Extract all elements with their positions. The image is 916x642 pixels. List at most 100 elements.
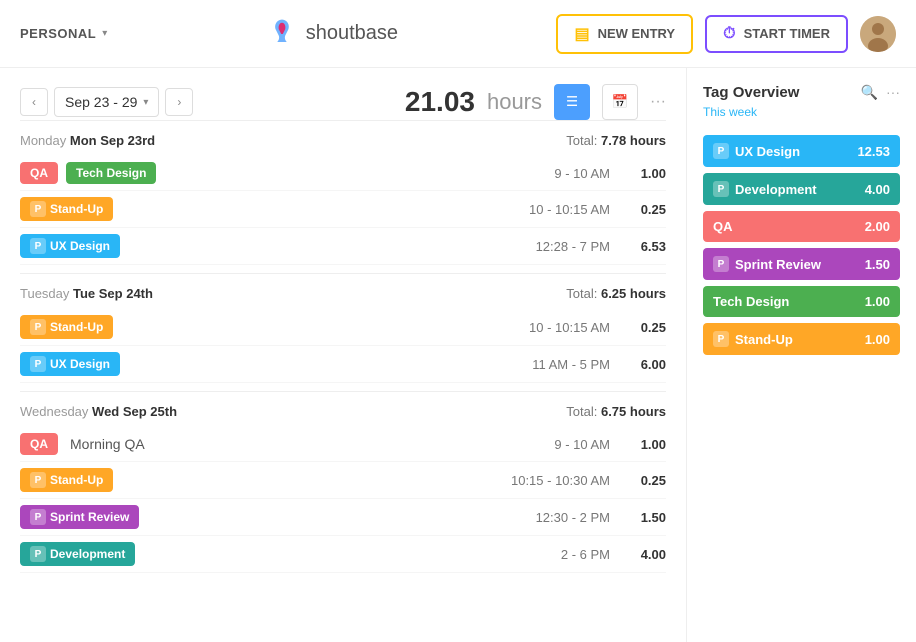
table-row: P Development 2 - 6 PM 4.00 — [20, 536, 666, 573]
tag-development[interactable]: P Development — [20, 542, 135, 566]
total-hours-number: 21.03 — [405, 86, 475, 118]
tag-item-value: 1.50 — [865, 257, 890, 272]
tag-item-name: QA — [713, 219, 733, 234]
new-entry-label: NEW ENTRY — [598, 26, 676, 41]
entry-time-range: 9 - 10 AM — [490, 166, 610, 181]
p-badge: P — [30, 356, 46, 372]
p-badge: P — [30, 546, 46, 562]
tag-overview-item-ux-design[interactable]: P UX Design 12.53 — [703, 135, 900, 167]
calendar-view-icon: 📅 — [612, 94, 629, 110]
tag-item-value: 2.00 — [865, 219, 890, 234]
logo-icon — [266, 18, 298, 50]
tag-overview-item-standup[interactable]: P Stand-Up 1.00 — [703, 323, 900, 355]
tag-item-name: P UX Design — [713, 143, 800, 159]
entry-time-info: 12:28 - 7 PM 6.53 — [490, 239, 666, 254]
tag-item-name: Tech Design — [713, 294, 789, 309]
week-range-caret-icon: ▾ — [143, 97, 148, 108]
entry-time-range: 9 - 10 AM — [490, 437, 610, 452]
entry-time-info: 11 AM - 5 PM 6.00 — [490, 357, 666, 372]
tag-stand-up[interactable]: P Stand-Up — [20, 315, 113, 339]
table-row: P UX Design 12:28 - 7 PM 6.53 — [20, 228, 666, 265]
tag-item-name: P Development — [713, 181, 817, 197]
time-entries-content: ‹ Sep 23 - 29 ▾ › 21.03 hours ☰ 📅 ··· — [0, 68, 686, 642]
p-badge: P — [30, 238, 46, 254]
tag-qa[interactable]: QA — [20, 433, 58, 455]
day-label-wednesday: Wednesday Wed Sep 25th — [20, 404, 177, 419]
entry-time-info: 10 - 10:15 AM 0.25 — [490, 202, 666, 217]
tag-ux-design[interactable]: P UX Design — [20, 352, 120, 376]
logo: shoutbase — [266, 18, 398, 50]
sidebar-subtitle: This week — [703, 105, 799, 119]
tag-stand-up[interactable]: P Stand-Up — [20, 468, 113, 492]
tag-stand-up[interactable]: P Stand-Up — [20, 197, 113, 221]
tag-qa[interactable]: QA — [20, 162, 58, 184]
entry-duration: 1.50 — [626, 510, 666, 525]
timer-icon: ⏱ — [723, 25, 735, 43]
entry-tags: P Stand-Up — [20, 197, 113, 221]
entry-duration: 0.25 — [626, 320, 666, 335]
tag-item-label: UX Design — [735, 144, 800, 159]
entry-duration: 1.00 — [626, 166, 666, 181]
day-name: Wednesday — [20, 404, 92, 419]
calendar-view-button[interactable]: 📅 — [602, 84, 638, 120]
tag-item-label: Development — [735, 182, 817, 197]
tag-item-label: QA — [713, 219, 733, 234]
day-name: Tuesday — [20, 286, 73, 301]
tag-item-value: 1.00 — [865, 294, 890, 309]
logo-text: shoutbase — [306, 22, 398, 45]
new-entry-button[interactable]: ▤ NEW ENTRY — [556, 14, 693, 54]
p-badge: P — [713, 331, 729, 347]
day-header-wednesday: Wednesday Wed Sep 25th Total: 6.75 hours — [20, 391, 666, 427]
p-badge: P — [30, 509, 46, 525]
tag-sprint-review[interactable]: P Sprint Review — [20, 505, 139, 529]
entry-tags: P UX Design — [20, 234, 120, 258]
day-date: Mon Sep 23rd — [70, 133, 155, 148]
tag-item-label: Stand-Up — [735, 332, 793, 347]
entry-time-range: 10:15 - 10:30 AM — [490, 473, 610, 488]
more-icon[interactable]: ··· — [886, 84, 900, 101]
workspace-selector[interactable]: PERSONAL ▾ — [20, 26, 107, 41]
tag-tech-design[interactable]: Tech Design — [66, 162, 156, 184]
table-row: P Sprint Review 12:30 - 2 PM 1.50 — [20, 499, 666, 536]
p-badge: P — [30, 472, 46, 488]
table-row: P Stand-Up 10 - 10:15 AM 0.25 — [20, 309, 666, 346]
search-icon[interactable]: 🔍 — [861, 84, 878, 101]
entry-tags: QA Morning QA — [20, 433, 145, 455]
tag-overview-item-sprint-review[interactable]: P Sprint Review 1.50 — [703, 248, 900, 280]
tag-overview-item-qa[interactable]: QA 2.00 — [703, 211, 900, 242]
avatar[interactable] — [860, 16, 896, 52]
week-range-selector[interactable]: Sep 23 - 29 ▾ — [54, 87, 159, 117]
entry-time-range: 12:28 - 7 PM — [490, 239, 610, 254]
start-timer-button[interactable]: ⏱ START TIMER — [705, 15, 848, 53]
table-row: QA Tech Design 9 - 10 AM 1.00 — [20, 156, 666, 191]
p-badge: P — [30, 201, 46, 217]
list-view-button[interactable]: ☰ — [554, 84, 590, 120]
next-week-button[interactable]: › — [165, 88, 193, 116]
prev-week-button[interactable]: ‹ — [20, 88, 48, 116]
tag-item-name: P Sprint Review — [713, 256, 821, 272]
entry-duration: 4.00 — [626, 547, 666, 562]
p-badge: P — [30, 319, 46, 335]
entry-time-info: 9 - 10 AM 1.00 — [490, 166, 666, 181]
sidebar-header: Tag Overview This week 🔍 ··· — [703, 84, 900, 135]
tag-ux-design[interactable]: P UX Design — [20, 234, 120, 258]
day-section-monday: Monday Mon Sep 23rd Total: 7.78 hours QA… — [20, 120, 666, 265]
tag-item-label: Tech Design — [713, 294, 789, 309]
sidebar-actions: 🔍 ··· — [861, 84, 900, 101]
entry-time-info: 9 - 10 AM 1.00 — [490, 437, 666, 452]
entry-tags: P Development — [20, 542, 135, 566]
day-date: Wed Sep 25th — [92, 404, 177, 419]
p-badge: P — [713, 256, 729, 272]
day-date: Tue Sep 24th — [73, 286, 153, 301]
entry-duration: 6.00 — [626, 357, 666, 372]
avatar-image — [860, 16, 896, 52]
tag-overview-item-tech-design[interactable]: Tech Design 1.00 — [703, 286, 900, 317]
p-badge: P — [713, 181, 729, 197]
workspace-label: PERSONAL — [20, 26, 96, 41]
more-options-button[interactable]: ··· — [650, 93, 666, 111]
entry-time-range: 12:30 - 2 PM — [490, 510, 610, 525]
tag-overview-item-development[interactable]: P Development 4.00 — [703, 173, 900, 205]
table-row: P UX Design 11 AM - 5 PM 6.00 — [20, 346, 666, 383]
entry-time-range: 10 - 10:15 AM — [490, 202, 610, 217]
new-entry-icon: ▤ — [574, 24, 589, 44]
